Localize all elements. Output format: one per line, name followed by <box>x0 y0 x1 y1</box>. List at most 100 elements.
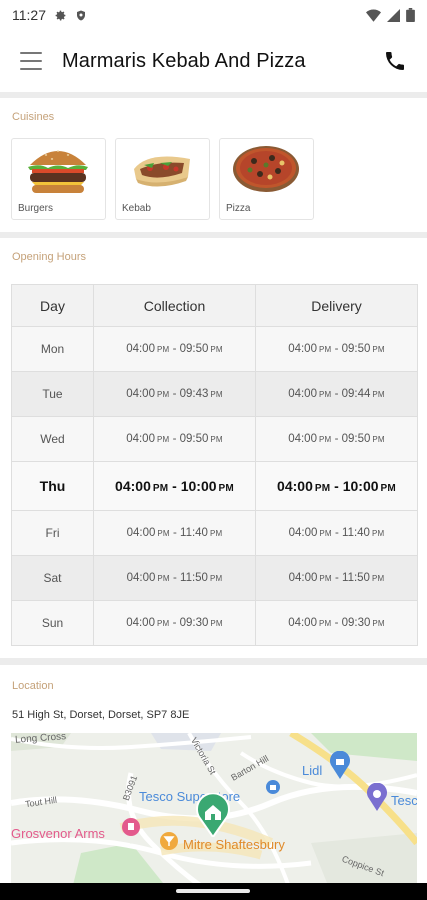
collection-hours-cell: 04:00 PM - 11:50 PM <box>93 555 256 601</box>
burger-icon <box>28 150 88 193</box>
battery-icon <box>406 8 415 22</box>
time-value: 04:00 <box>126 527 156 539</box>
time-value: 09:50 <box>341 433 371 445</box>
hours-row-fri: Fri 04:00 PM - 11:40 PM 04:00 PM - 11:40 PM <box>11 510 418 556</box>
status-left: 11:27 <box>12 7 87 23</box>
day-cell: Thu <box>11 461 94 511</box>
time-value: 04:00 <box>126 572 156 584</box>
location-map[interactable]: Long Cross Victoria St Barton Hill B3091… <box>11 733 417 893</box>
ampm-label: PM <box>372 390 385 399</box>
cuisine-card-pizza[interactable]: Pizza <box>219 138 314 220</box>
app-bar: Marmaris Kebab And Pizza <box>0 30 427 92</box>
map-shopping-pin-icon <box>266 780 280 794</box>
cuisine-card-burgers[interactable]: Burgers <box>11 138 106 220</box>
signal-icon <box>387 8 400 22</box>
time-value: 10:00 <box>180 478 217 494</box>
ampm-label: PM <box>372 619 385 628</box>
day-cell: Tue <box>11 371 94 417</box>
hours-row-mon: Mon 04:00 PM - 09:50 PM 04:00 PM - 09:50 PM <box>11 326 418 372</box>
ampm-label: PM <box>318 619 332 628</box>
map-lidl-pin-icon <box>330 751 350 779</box>
time-value: 11:40 <box>342 527 370 539</box>
ampm-label: PM <box>156 390 170 399</box>
time-value: 04:00 <box>115 478 151 494</box>
phone-call-icon[interactable] <box>383 49 407 73</box>
time-value: 10:00 <box>342 478 379 494</box>
day-cell: Wed <box>11 416 94 462</box>
map-label-grosvenor-arms: Grosvenor Arms <box>11 826 105 841</box>
delivery-hours-cell: 04:00 PM - 11:50 PM <box>255 555 418 601</box>
time-value: 09:30 <box>341 617 371 629</box>
cuisine-label: Pizza <box>226 203 251 214</box>
time-value: 04:00 <box>126 433 155 445</box>
ampm-label: PM <box>380 483 396 494</box>
hours-row-thu: Thu 04:00 PM - 10:00 PM 04:00 PM - 10:00 PM <box>11 461 418 511</box>
time-value: 09:50 <box>341 343 371 355</box>
kebab-icon <box>134 156 190 187</box>
ampm-label: PM <box>218 483 234 494</box>
ampm-label: PM <box>210 345 223 354</box>
ampm-label: PM <box>152 483 169 494</box>
ampm-label: PM <box>210 435 223 444</box>
ampm-label: PM <box>372 435 385 444</box>
time-value: 11:50 <box>342 572 370 584</box>
ampm-label: PM <box>371 574 385 583</box>
address-text: 51 High St, Dorset, Dorset, SP7 8JE <box>12 709 190 721</box>
ampm-label: PM <box>210 390 223 399</box>
cuisine-card-kebab[interactable]: Kebab <box>115 138 210 220</box>
ampm-label: PM <box>314 483 331 494</box>
ampm-label: PM <box>156 345 170 354</box>
day-cell: Sun <box>11 600 94 646</box>
ampm-label: PM <box>372 345 385 354</box>
ampm-label: PM <box>318 435 332 444</box>
ampm-label: PM <box>319 529 332 538</box>
collection-hours-cell: 04:00 PM - 10:00 PM <box>93 461 256 511</box>
day-cell: Mon <box>11 326 94 372</box>
status-time: 11:27 <box>12 7 46 23</box>
time-value: 04:00 <box>288 433 317 445</box>
ampm-label: PM <box>156 619 170 628</box>
hamburger-menu-icon[interactable] <box>20 52 42 70</box>
wifi-icon <box>366 9 381 22</box>
cuisine-label: Kebab <box>122 203 151 214</box>
ampm-label: PM <box>210 619 223 628</box>
map-label-lidl: Lidl <box>302 763 323 778</box>
time-value: 11:50 <box>180 572 208 584</box>
column-header-delivery: Delivery <box>255 284 418 327</box>
time-value: 09:30 <box>179 617 209 629</box>
ampm-label: PM <box>371 529 385 538</box>
location-title: Location <box>12 680 54 692</box>
collection-hours-cell: 04:00 PM - 09:50 PM <box>93 326 256 372</box>
location-section: Location 51 High St, Dorset, Dorset, SP7… <box>0 665 427 893</box>
time-value: 11:40 <box>180 527 208 539</box>
column-header-collection: Collection <box>93 284 256 327</box>
table-header-row: Day Collection Delivery <box>11 284 418 327</box>
time-value: 09:50 <box>179 343 209 355</box>
map-location-pin-icon[interactable] <box>195 793 231 837</box>
delivery-hours-cell: 04:00 PM - 09:50 PM <box>255 416 418 462</box>
map-label-mitre: Mitre Shaftesbury <box>183 837 285 852</box>
collection-hours-cell: 04:00 PM - 09:30 PM <box>93 600 256 646</box>
ampm-label: PM <box>318 345 332 354</box>
hours-row-sat: Sat 04:00 PM - 11:50 PM 04:00 PM - 11:50 PM <box>11 555 418 601</box>
ampm-label: PM <box>209 529 223 538</box>
pizza-icon <box>233 146 299 192</box>
cuisine-label: Burgers <box>18 203 54 214</box>
column-header-day: Day <box>11 284 94 327</box>
time-value: 04:00 <box>277 478 313 494</box>
day-cell: Fri <box>11 510 94 556</box>
time-value: 04:00 <box>126 388 155 400</box>
delivery-hours-cell: 04:00 PM - 09:44 PM <box>255 371 418 417</box>
ampm-label: PM <box>157 529 170 538</box>
ampm-label: PM <box>319 574 332 583</box>
opening-hours-section: Opening Hours Day Collection Delivery Mo… <box>0 238 427 658</box>
day-cell: Sat <box>11 555 94 601</box>
time-value: 04:00 <box>288 617 317 629</box>
ampm-label: PM <box>318 390 332 399</box>
home-gesture-handle[interactable] <box>176 889 250 893</box>
map-drink-pin-icon <box>160 832 178 850</box>
map-poi-pin-icon <box>367 783 387 811</box>
time-value: 04:00 <box>288 527 318 539</box>
settings-gear-icon <box>55 10 66 20</box>
collection-hours-cell: 04:00 PM - 11:40 PM <box>93 510 256 556</box>
